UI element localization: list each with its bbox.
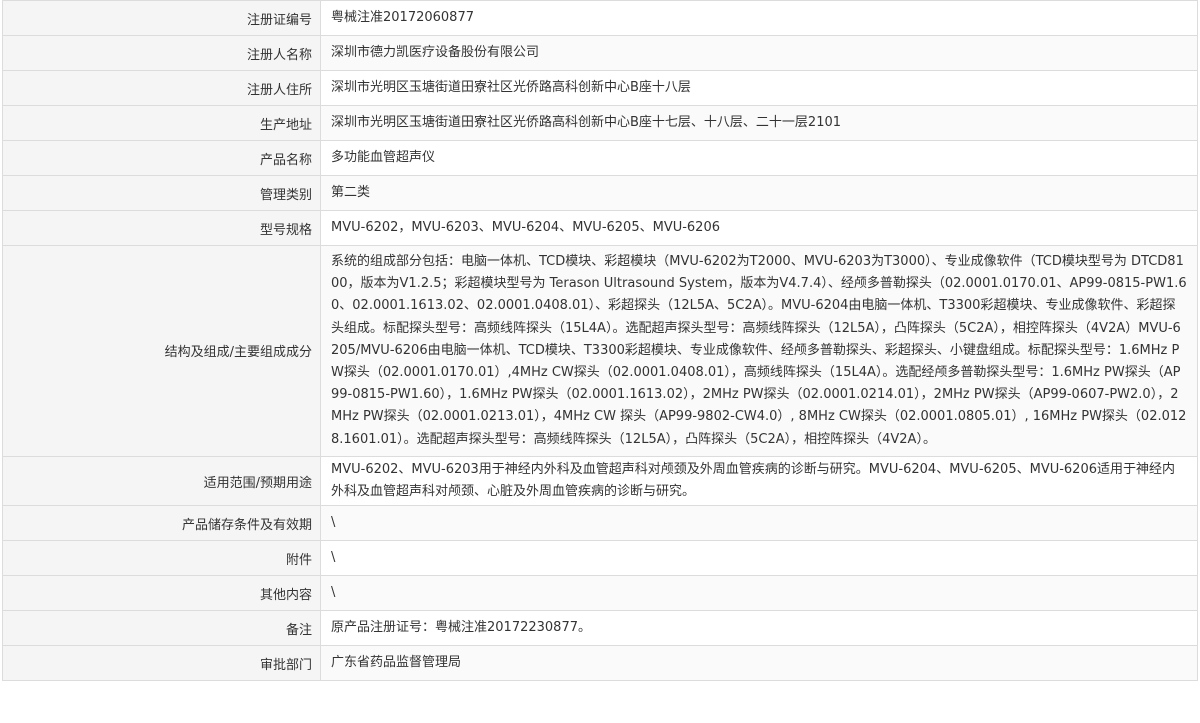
row-approval-department: 审批部门 广东省药品监督管理局 xyxy=(2,645,1198,682)
row-production-address: 生产地址 深圳市光明区玉塘街道田寮社区光侨路高科创新中心B座十七层、十八层、二十… xyxy=(2,105,1198,141)
row-registrant-name: 注册人名称 深圳市德力凯医疗设备股份有限公司 xyxy=(2,35,1198,71)
row-management-class: 管理类别 第二类 xyxy=(2,175,1198,211)
field-label: 适用范围/预期用途 xyxy=(2,455,321,507)
field-value: 多功能血管超声仪 xyxy=(320,140,1198,176)
row-registration-number: 注册证编号 粤械注准20172060877 xyxy=(2,0,1198,36)
row-model-spec: 型号规格 MVU-6202，MVU-6203、MVU-6204、MVU-6205… xyxy=(2,210,1198,246)
field-label: 管理类别 xyxy=(2,175,321,211)
field-value: 粤械注准20172060877 xyxy=(320,0,1198,36)
field-value: 深圳市光明区玉塘街道田寮社区光侨路高科创新中心B座十八层 xyxy=(320,70,1198,106)
field-label: 生产地址 xyxy=(2,105,321,141)
field-value: 深圳市德力凯医疗设备股份有限公司 xyxy=(320,35,1198,71)
row-remarks: 备注 原产品注册证号：粤械注准20172230877。 xyxy=(2,610,1198,647)
row-product-name: 产品名称 多功能血管超声仪 xyxy=(2,140,1198,176)
field-value: 第二类 xyxy=(320,175,1198,211)
field-value: \ xyxy=(320,575,1198,612)
field-value: \ xyxy=(320,540,1198,577)
field-label: 审批部门 xyxy=(2,645,321,682)
registration-table: 注册证编号 粤械注准20172060877 注册人名称 深圳市德力凯医疗设备股份… xyxy=(2,0,1198,682)
row-structure-composition: 结构及组成/主要组成成分 系统的组成部分包括：电脑一体机、TCD模块、彩超模块（… xyxy=(2,245,1198,457)
field-label: 型号规格 xyxy=(2,210,321,246)
field-label: 产品名称 xyxy=(2,140,321,176)
row-intended-use: 适用范围/预期用途 MVU-6202、MVU-6203用于神经内外科及血管超声科… xyxy=(2,455,1198,507)
field-label: 注册人名称 xyxy=(2,35,321,71)
field-value: MVU-6202，MVU-6203、MVU-6204、MVU-6205、MVU-… xyxy=(320,210,1198,246)
field-value: MVU-6202、MVU-6203用于神经内外科及血管超声科对颅颈及外周血管疾病… xyxy=(320,455,1198,507)
field-label: 附件 xyxy=(2,540,321,577)
field-label: 结构及组成/主要组成成分 xyxy=(2,245,321,457)
row-registrant-address: 注册人住所 深圳市光明区玉塘街道田寮社区光侨路高科创新中心B座十八层 xyxy=(2,70,1198,106)
row-storage-validity: 产品储存条件及有效期 \ xyxy=(2,505,1198,542)
field-value: 原产品注册证号：粤械注准20172230877。 xyxy=(320,610,1198,647)
field-value: 广东省药品监督管理局 xyxy=(320,645,1198,682)
field-label: 备注 xyxy=(2,610,321,647)
row-other-content: 其他内容 \ xyxy=(2,575,1198,612)
field-label: 注册证编号 xyxy=(2,0,321,36)
field-label: 其他内容 xyxy=(2,575,321,612)
row-accessories: 附件 \ xyxy=(2,540,1198,577)
field-label: 注册人住所 xyxy=(2,70,321,106)
field-value: \ xyxy=(320,505,1198,542)
field-label: 产品储存条件及有效期 xyxy=(2,505,321,542)
field-value: 系统的组成部分包括：电脑一体机、TCD模块、彩超模块（MVU-6202为T200… xyxy=(320,245,1198,457)
field-value: 深圳市光明区玉塘街道田寮社区光侨路高科创新中心B座十七层、十八层、二十一层210… xyxy=(320,105,1198,141)
